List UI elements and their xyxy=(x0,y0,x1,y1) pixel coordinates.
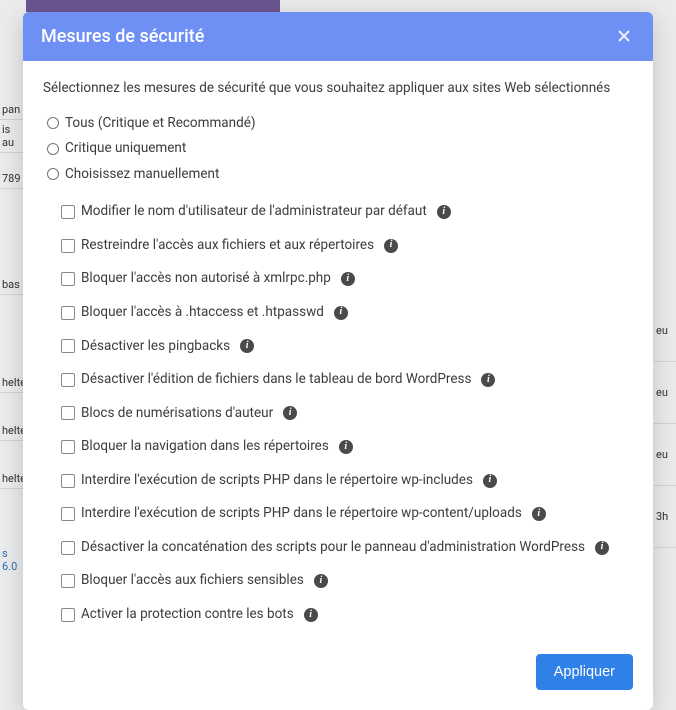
modal-footer: Appliquer xyxy=(23,642,653,710)
measure-sensitive-files[interactable]: Bloquer l'accès aux fichiers sensibles i xyxy=(61,564,633,598)
measure-author-scan[interactable]: Blocs de numérisations d'auteur i xyxy=(61,397,633,431)
radio-input[interactable] xyxy=(47,168,59,180)
info-icon[interactable]: i xyxy=(283,406,297,420)
checkbox-label: Bloquer la navigation dans les répertoir… xyxy=(81,437,329,457)
info-icon[interactable]: i xyxy=(384,239,398,253)
info-icon[interactable]: i xyxy=(240,339,254,353)
radio-label: Tous (Critique et Recommandé) xyxy=(65,114,256,134)
measure-htaccess[interactable]: Bloquer l'accès à .htaccess et .htpasswd… xyxy=(61,296,633,330)
info-icon[interactable]: i xyxy=(595,541,609,555)
modal-body: Sélectionnez les mesures de sécurité que… xyxy=(23,61,653,642)
measure-admin-username[interactable]: Modifier le nom d'utilisateur de l'admin… xyxy=(61,195,633,229)
checkbox-input[interactable] xyxy=(61,474,75,488)
checkbox-label: Bloquer l'accès non autorisé à xmlrpc.ph… xyxy=(81,269,331,289)
checkbox-label: Activer la protection contre les bots xyxy=(81,605,294,625)
radio-label: Choisissez manuellement xyxy=(65,165,219,185)
scope-radio-group: Tous (Critique et Recommandé) Critique u… xyxy=(47,111,633,188)
info-icon[interactable]: i xyxy=(334,306,348,320)
measure-script-concat[interactable]: Désactiver la concaténation des scripts … xyxy=(61,531,633,565)
checkbox-input[interactable] xyxy=(61,306,75,320)
measure-php-uploads[interactable]: Interdire l'exécution de scripts PHP dan… xyxy=(61,497,633,531)
checkbox-label: Modifier le nom d'utilisateur de l'admin… xyxy=(81,202,427,222)
checkbox-input[interactable] xyxy=(61,205,75,219)
measures-checkbox-group: Modifier le nom d'utilisateur de l'admin… xyxy=(61,195,633,631)
info-icon[interactable]: i xyxy=(314,574,328,588)
measure-bot-protection[interactable]: Activer la protection contre les bots i xyxy=(61,598,633,632)
checkbox-input[interactable] xyxy=(61,507,75,521)
modal-backdrop: Mesures de sécurité Sélectionnez les mes… xyxy=(0,0,676,630)
checkbox-label: Bloquer l'accès à .htaccess et .htpasswd xyxy=(81,303,324,323)
radio-input[interactable] xyxy=(47,143,59,155)
checkbox-input[interactable] xyxy=(61,608,75,622)
checkbox-label: Interdire l'exécution de scripts PHP dan… xyxy=(81,471,473,491)
radio-critical[interactable]: Critique uniquement xyxy=(47,136,633,162)
checkbox-label: Blocs de numérisations d'auteur xyxy=(81,404,273,424)
radio-all[interactable]: Tous (Critique et Recommandé) xyxy=(47,111,633,137)
measure-restrict-files[interactable]: Restreindre l'accès aux fichiers et aux … xyxy=(61,229,633,263)
checkbox-input[interactable] xyxy=(61,440,75,454)
checkbox-label: Restreindre l'accès aux fichiers et aux … xyxy=(81,236,374,256)
intro-text: Sélectionnez les mesures de sécurité que… xyxy=(43,79,633,99)
radio-label: Critique uniquement xyxy=(65,139,186,159)
checkbox-label: Bloquer l'accès aux fichiers sensibles xyxy=(81,571,304,591)
measure-dir-browsing[interactable]: Bloquer la navigation dans les répertoir… xyxy=(61,430,633,464)
checkbox-label: Désactiver les pingbacks xyxy=(81,337,230,357)
security-measures-modal: Mesures de sécurité Sélectionnez les mes… xyxy=(23,12,653,710)
apply-button[interactable]: Appliquer xyxy=(536,654,633,690)
checkbox-input[interactable] xyxy=(61,239,75,253)
measure-pingbacks[interactable]: Désactiver les pingbacks i xyxy=(61,330,633,364)
info-icon[interactable]: i xyxy=(304,608,318,622)
measure-xmlrpc[interactable]: Bloquer l'accès non autorisé à xmlrpc.ph… xyxy=(61,262,633,296)
close-icon[interactable] xyxy=(617,28,635,46)
checkbox-input[interactable] xyxy=(61,406,75,420)
radio-manual[interactable]: Choisissez manuellement xyxy=(47,162,633,188)
checkbox-input[interactable] xyxy=(61,574,75,588)
info-icon[interactable]: i xyxy=(481,373,495,387)
checkbox-input[interactable] xyxy=(61,541,75,555)
checkbox-label: Désactiver l'édition de fichiers dans le… xyxy=(81,370,471,390)
info-icon[interactable]: i xyxy=(483,474,497,488)
checkbox-label: Désactiver la concaténation des scripts … xyxy=(81,538,585,558)
modal-title: Mesures de sécurité xyxy=(41,26,204,47)
info-icon[interactable]: i xyxy=(437,205,451,219)
info-icon[interactable]: i xyxy=(532,507,546,521)
measure-php-wpincludes[interactable]: Interdire l'exécution de scripts PHP dan… xyxy=(61,464,633,498)
info-icon[interactable]: i xyxy=(339,440,353,454)
measure-file-edit[interactable]: Désactiver l'édition de fichiers dans le… xyxy=(61,363,633,397)
checkbox-input[interactable] xyxy=(61,272,75,286)
checkbox-input[interactable] xyxy=(61,373,75,387)
checkbox-label: Interdire l'exécution de scripts PHP dan… xyxy=(81,504,522,524)
info-icon[interactable]: i xyxy=(341,272,355,286)
checkbox-input[interactable] xyxy=(61,339,75,353)
radio-input[interactable] xyxy=(47,117,59,129)
modal-header: Mesures de sécurité xyxy=(23,12,653,61)
